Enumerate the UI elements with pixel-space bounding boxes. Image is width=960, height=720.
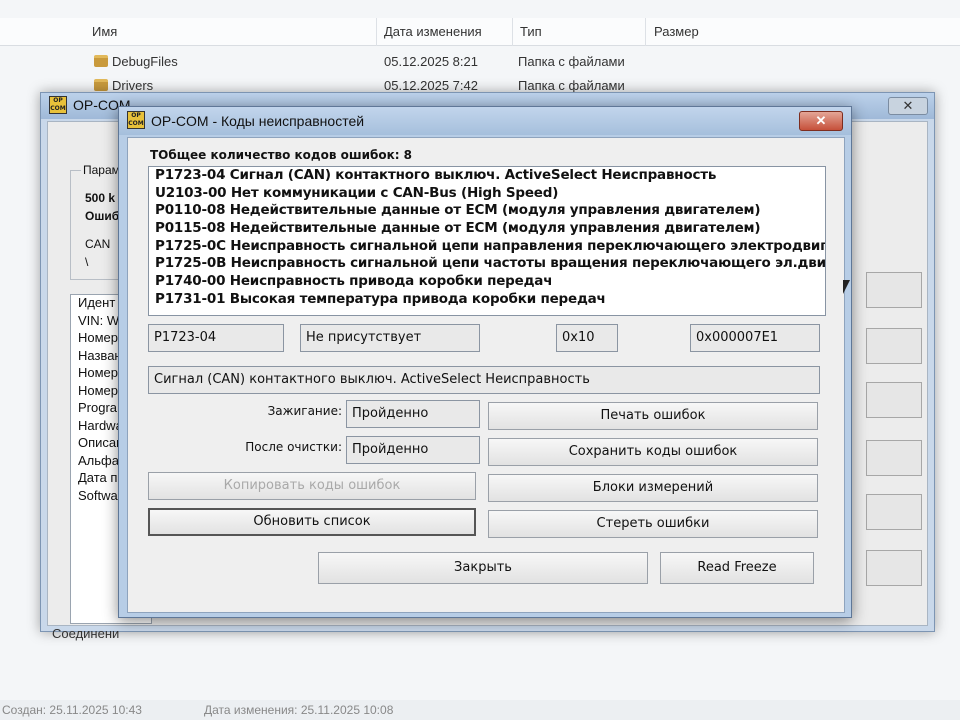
list-item[interactable]: P1725-0B Неисправность сигнальной цепи ч… xyxy=(149,255,825,273)
connection-status: Соединени xyxy=(52,626,120,641)
list-item[interactable]: P0115-08 Недействительные данные от ECM … xyxy=(149,220,825,238)
side-button[interactable] xyxy=(866,382,922,418)
presence-field[interactable]: Не присутствует xyxy=(300,324,480,352)
dialog-title: OP-COM - Коды неисправностей xyxy=(151,113,365,129)
description-field[interactable]: Сигнал (CAN) контактного выключ. ActiveS… xyxy=(148,366,820,394)
parameters-legend: Парам xyxy=(81,163,122,177)
folder-icon xyxy=(94,55,108,67)
param-line: CAN xyxy=(85,237,111,251)
measurement-blocks-button[interactable]: Блоки измерений xyxy=(488,474,818,502)
param-line: \ xyxy=(85,255,89,269)
clear-errors-button[interactable]: Стереть ошибки xyxy=(488,510,818,538)
column-name[interactable]: Имя xyxy=(92,24,117,39)
ignition-label: Зажигание: xyxy=(267,404,342,418)
status-created: Создан: 25.11.2025 10:43 xyxy=(2,703,142,717)
copy-codes-button[interactable]: Копировать коды ошибок xyxy=(148,472,476,500)
folder-icon xyxy=(94,79,108,91)
list-item[interactable]: P0110-08 Недействительные данные от ECM … xyxy=(149,202,825,220)
save-codes-button[interactable]: Сохранить коды ошибок xyxy=(488,438,818,466)
file-name: Drivers xyxy=(112,78,154,93)
param-line: 500 k xyxy=(85,191,116,205)
file-date: 05.12.2025 7:42 xyxy=(384,78,478,93)
after-clear-label: После очистки: xyxy=(245,440,342,454)
column-type[interactable]: Тип xyxy=(520,24,542,39)
logo-text: OP xyxy=(131,112,141,119)
column-separator[interactable] xyxy=(645,18,646,46)
file-type: Папка с файлами xyxy=(518,78,625,93)
list-item[interactable]: P1723-04 Сигнал (CAN) контактного выключ… xyxy=(149,167,825,185)
column-separator[interactable] xyxy=(512,18,513,46)
after-clear-field[interactable]: Пройденно xyxy=(346,436,480,464)
logo-text: OP xyxy=(53,97,63,104)
explorer-status-bar: Создан: 25.11.2025 10:43 Дата изменения:… xyxy=(0,700,960,720)
side-button[interactable] xyxy=(866,328,922,364)
app-logo-icon: OP COM xyxy=(49,96,67,114)
close-icon: ✕ xyxy=(815,113,827,128)
close-button[interactable]: ✕ xyxy=(799,111,843,131)
list-item[interactable]: DebugFiles 05.12.2025 8:21 Папка с файла… xyxy=(90,52,950,74)
refresh-list-button[interactable]: Обновить список xyxy=(148,508,476,536)
close-dialog-button[interactable]: Закрыть xyxy=(318,552,648,584)
side-button[interactable] xyxy=(866,440,922,476)
app-logo-icon: OP COM xyxy=(127,111,145,129)
list-item[interactable]: P1725-0C Неисправность сигнальной цепи н… xyxy=(149,238,825,256)
ignition-field[interactable]: Пройденно xyxy=(346,400,480,428)
dialog-titlebar[interactable]: OP COM OP-COM - Коды неисправностей ✕ xyxy=(119,107,851,135)
error-count-text: TОбщее количество кодов ошибок: xyxy=(150,148,400,162)
error-count-value: 8 xyxy=(403,148,412,162)
column-size[interactable]: Размер xyxy=(654,24,699,39)
error-code-list[interactable]: P1723-04 Сигнал (CAN) контактного выключ… xyxy=(148,166,826,316)
list-item[interactable]: U2103-00 Нет коммуникации с CAN-Bus (Hig… xyxy=(149,185,825,203)
dialog-body: TОбщее количество кодов ошибок: 8 P1723-0… xyxy=(127,137,845,613)
list-item[interactable]: P1731-01 Высокая температура привода кор… xyxy=(149,291,825,309)
status-hex-field[interactable]: 0x10 xyxy=(556,324,618,352)
side-button[interactable] xyxy=(866,272,922,308)
column-separator[interactable] xyxy=(376,18,377,46)
error-codes-dialog: OP COM OP-COM - Коды неисправностей ✕ TО… xyxy=(118,106,852,618)
read-freeze-button[interactable]: Read Freeze xyxy=(660,552,814,584)
logo-text: COM xyxy=(50,105,66,112)
side-button[interactable] xyxy=(866,550,922,586)
logo-text: COM xyxy=(128,120,144,127)
explorer-column-header: Имя Дата изменения Тип Размер xyxy=(0,18,960,46)
list-item[interactable]: P1740-00 Неисправность привода коробки п… xyxy=(149,273,825,291)
close-icon: ✕ xyxy=(902,98,914,113)
file-date: 05.12.2025 8:21 xyxy=(384,54,478,69)
status-modified: Дата изменения: 25.11.2025 10:08 xyxy=(204,703,394,717)
file-type: Папка с файлами xyxy=(518,54,625,69)
param-line: Ошиб xyxy=(85,209,120,223)
file-name: DebugFiles xyxy=(112,54,178,69)
error-count-label: TОбщее количество кодов ошибок: 8 xyxy=(150,148,412,162)
print-errors-button[interactable]: Печать ошибок xyxy=(488,402,818,430)
selected-code-field[interactable]: P1723-04 xyxy=(148,324,284,352)
mouse-cursor-icon xyxy=(843,280,850,294)
address-hex-field[interactable]: 0x000007E1 xyxy=(690,324,820,352)
side-button[interactable] xyxy=(866,494,922,530)
column-date[interactable]: Дата изменения xyxy=(384,24,482,39)
close-button[interactable]: ✕ xyxy=(888,97,928,115)
